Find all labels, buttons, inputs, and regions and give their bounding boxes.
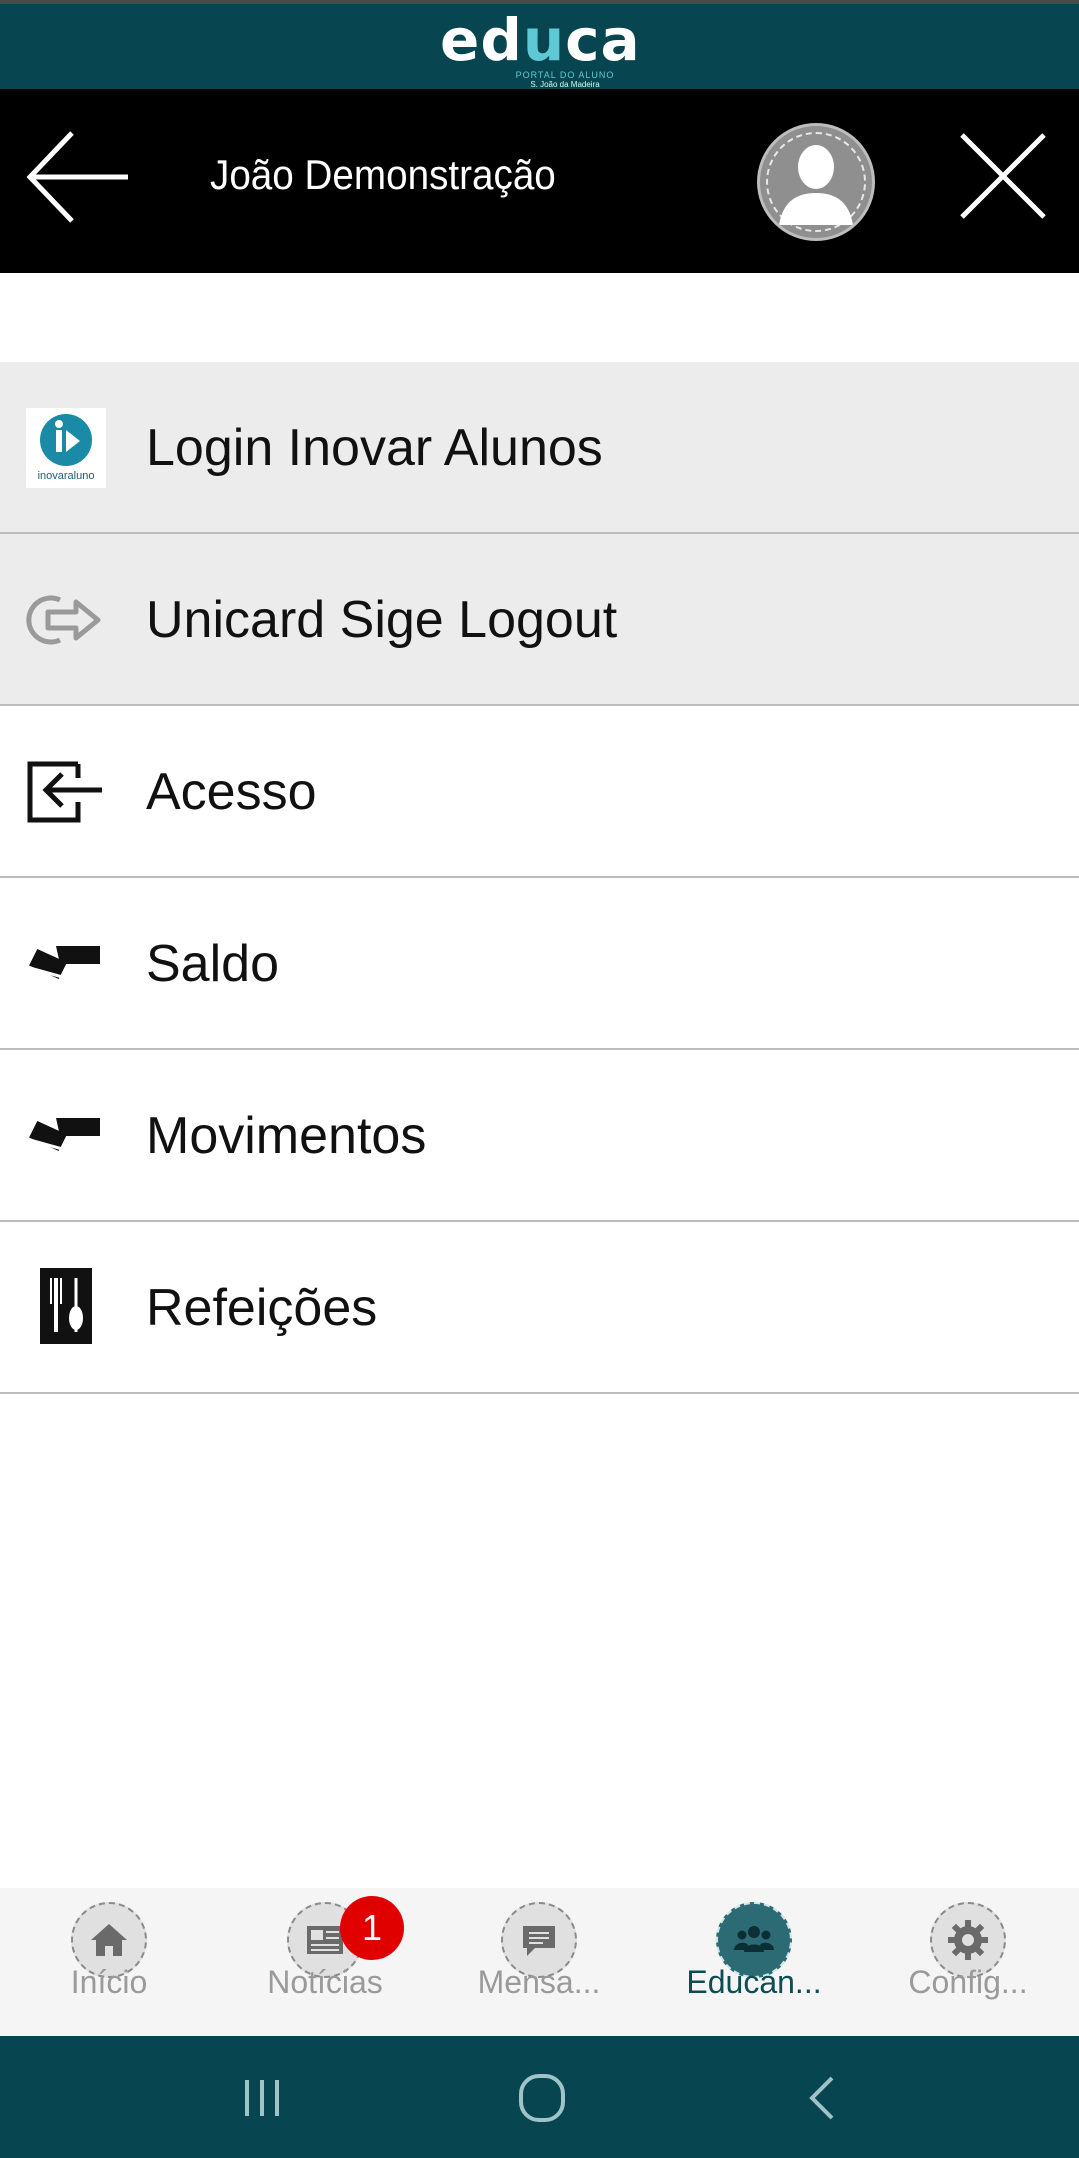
recent-apps-icon[interactable] — [227, 2066, 297, 2130]
brand-bar: educa PORTAL DO ALUNO S. João da Madeira — [0, 0, 1079, 89]
close-icon[interactable] — [958, 131, 1048, 221]
logo-location: S. João da Madeira — [530, 80, 600, 89]
nav-mensagens[interactable]: Mensa... — [449, 1902, 629, 2032]
user-avatar-icon — [779, 145, 853, 225]
nav-educandos[interactable]: Educan... — [664, 1902, 844, 2032]
menu-item-login-inovar[interactable]: inovaraluno Login Inovar Alunos — [0, 362, 1079, 534]
group-icon — [734, 1926, 774, 1952]
notification-badge: 1 — [340, 1896, 404, 1960]
nav-label: Mensa... — [477, 1964, 601, 2000]
menu-item-label: Login Inovar Alunos — [146, 419, 603, 477]
cards-icon — [26, 1096, 106, 1176]
menu-list: inovaraluno Login Inovar Alunos Unicard … — [0, 362, 1079, 1394]
page-header: João Demonstração — [0, 89, 1079, 273]
arrow-left-icon[interactable] — [26, 129, 132, 225]
avatar[interactable] — [757, 123, 875, 241]
back-chevron-icon[interactable] — [790, 2066, 860, 2130]
home-icon — [91, 1924, 127, 1956]
menu-item-label: Saldo — [146, 935, 279, 993]
page-title: João Demonstração — [210, 151, 556, 198]
menu-item-refeicoes[interactable]: Refeições — [0, 1222, 1079, 1394]
logo-wordmark: educa — [440, 6, 641, 74]
inovar-alunos-icon: inovaraluno — [26, 408, 106, 488]
gear-icon — [948, 1920, 988, 1960]
menu-item-label: Refeições — [146, 1279, 378, 1337]
menu-item-label: Acesso — [146, 763, 317, 821]
nav-label: Notícias — [267, 1964, 383, 2000]
educa-logo: educa PORTAL DO ALUNO S. João da Madeira — [440, 10, 640, 90]
nav-inicio[interactable]: Início — [19, 1902, 199, 2032]
nav-configuracoes[interactable]: Config... — [878, 1902, 1058, 2032]
nav-label: Início — [70, 1964, 148, 2000]
menu-item-movimentos[interactable]: Movimentos — [0, 1050, 1079, 1222]
menu-item-acesso[interactable]: Acesso — [0, 706, 1079, 878]
home-circle-icon[interactable] — [507, 2066, 577, 2130]
menu-item-saldo[interactable]: Saldo — [0, 878, 1079, 1050]
system-navigation-bar — [0, 2036, 1079, 2158]
login-icon — [26, 752, 106, 832]
nav-label: Educan... — [686, 1964, 822, 2000]
menu-item-label: Movimentos — [146, 1107, 427, 1165]
cards-icon — [26, 924, 106, 1004]
menu-item-label: Unicard Sige Logout — [146, 591, 618, 649]
bottom-navigation: Início Notícias 1 Mensa... Educan... Con… — [0, 1888, 1079, 2036]
inovar-caption: inovaraluno — [37, 470, 95, 482]
message-icon — [523, 1926, 555, 1956]
logout-icon — [26, 580, 106, 660]
nav-label: Config... — [908, 1964, 1028, 2000]
cutlery-icon — [26, 1268, 106, 1348]
menu-item-unicard-logout[interactable]: Unicard Sige Logout — [0, 534, 1079, 706]
